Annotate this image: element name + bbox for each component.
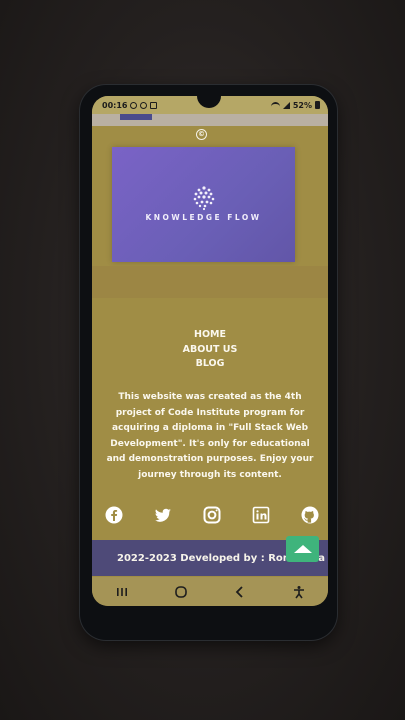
signal-icon: [282, 101, 290, 109]
nav-blog-link[interactable]: BLOG: [92, 357, 328, 372]
brain-logo-icon: [193, 186, 215, 211]
footer-nav: HOME ABOUT US BLOG: [92, 328, 328, 372]
logo-text: KNOWLEDGE FLOW: [145, 213, 262, 222]
nav-about-link[interactable]: ABOUT US: [92, 343, 328, 358]
top-strip-accent: [120, 114, 152, 120]
home-circle-icon[interactable]: [174, 585, 188, 599]
brand-logo-banner[interactable]: KNOWLEDGE FLOW: [112, 147, 295, 262]
status-time: 00:16: [102, 100, 128, 110]
battery-percent: 52%: [292, 100, 312, 110]
wifi-icon: [270, 102, 280, 108]
github-icon[interactable]: [300, 505, 320, 525]
accessibility-icon[interactable]: [292, 585, 306, 599]
back-chevron-icon[interactable]: [233, 585, 247, 599]
system-navigation-bar: [92, 577, 328, 606]
phone-screen: 00:16 52% © KNOWLEDGE FLOW HOME ABOUT US…: [92, 96, 328, 606]
arrow-up-icon: [293, 545, 312, 553]
section-divider: [92, 266, 328, 298]
whatsapp-icon: [130, 101, 138, 109]
battery-icon: [315, 101, 320, 109]
linkedin-icon[interactable]: [251, 505, 271, 525]
recents-icon[interactable]: [115, 585, 129, 599]
social-links: [104, 504, 320, 526]
nav-home-link[interactable]: HOME: [92, 328, 328, 343]
heart-icon: [140, 101, 148, 109]
notification-icon: [150, 101, 158, 109]
about-text: This website was created as the 4th proj…: [106, 392, 314, 480]
instagram-icon[interactable]: [202, 505, 222, 525]
twitter-icon[interactable]: [153, 505, 173, 525]
scroll-to-top-button[interactable]: [286, 536, 319, 562]
copyright-icon: ©: [196, 129, 207, 140]
facebook-icon[interactable]: [104, 505, 124, 525]
